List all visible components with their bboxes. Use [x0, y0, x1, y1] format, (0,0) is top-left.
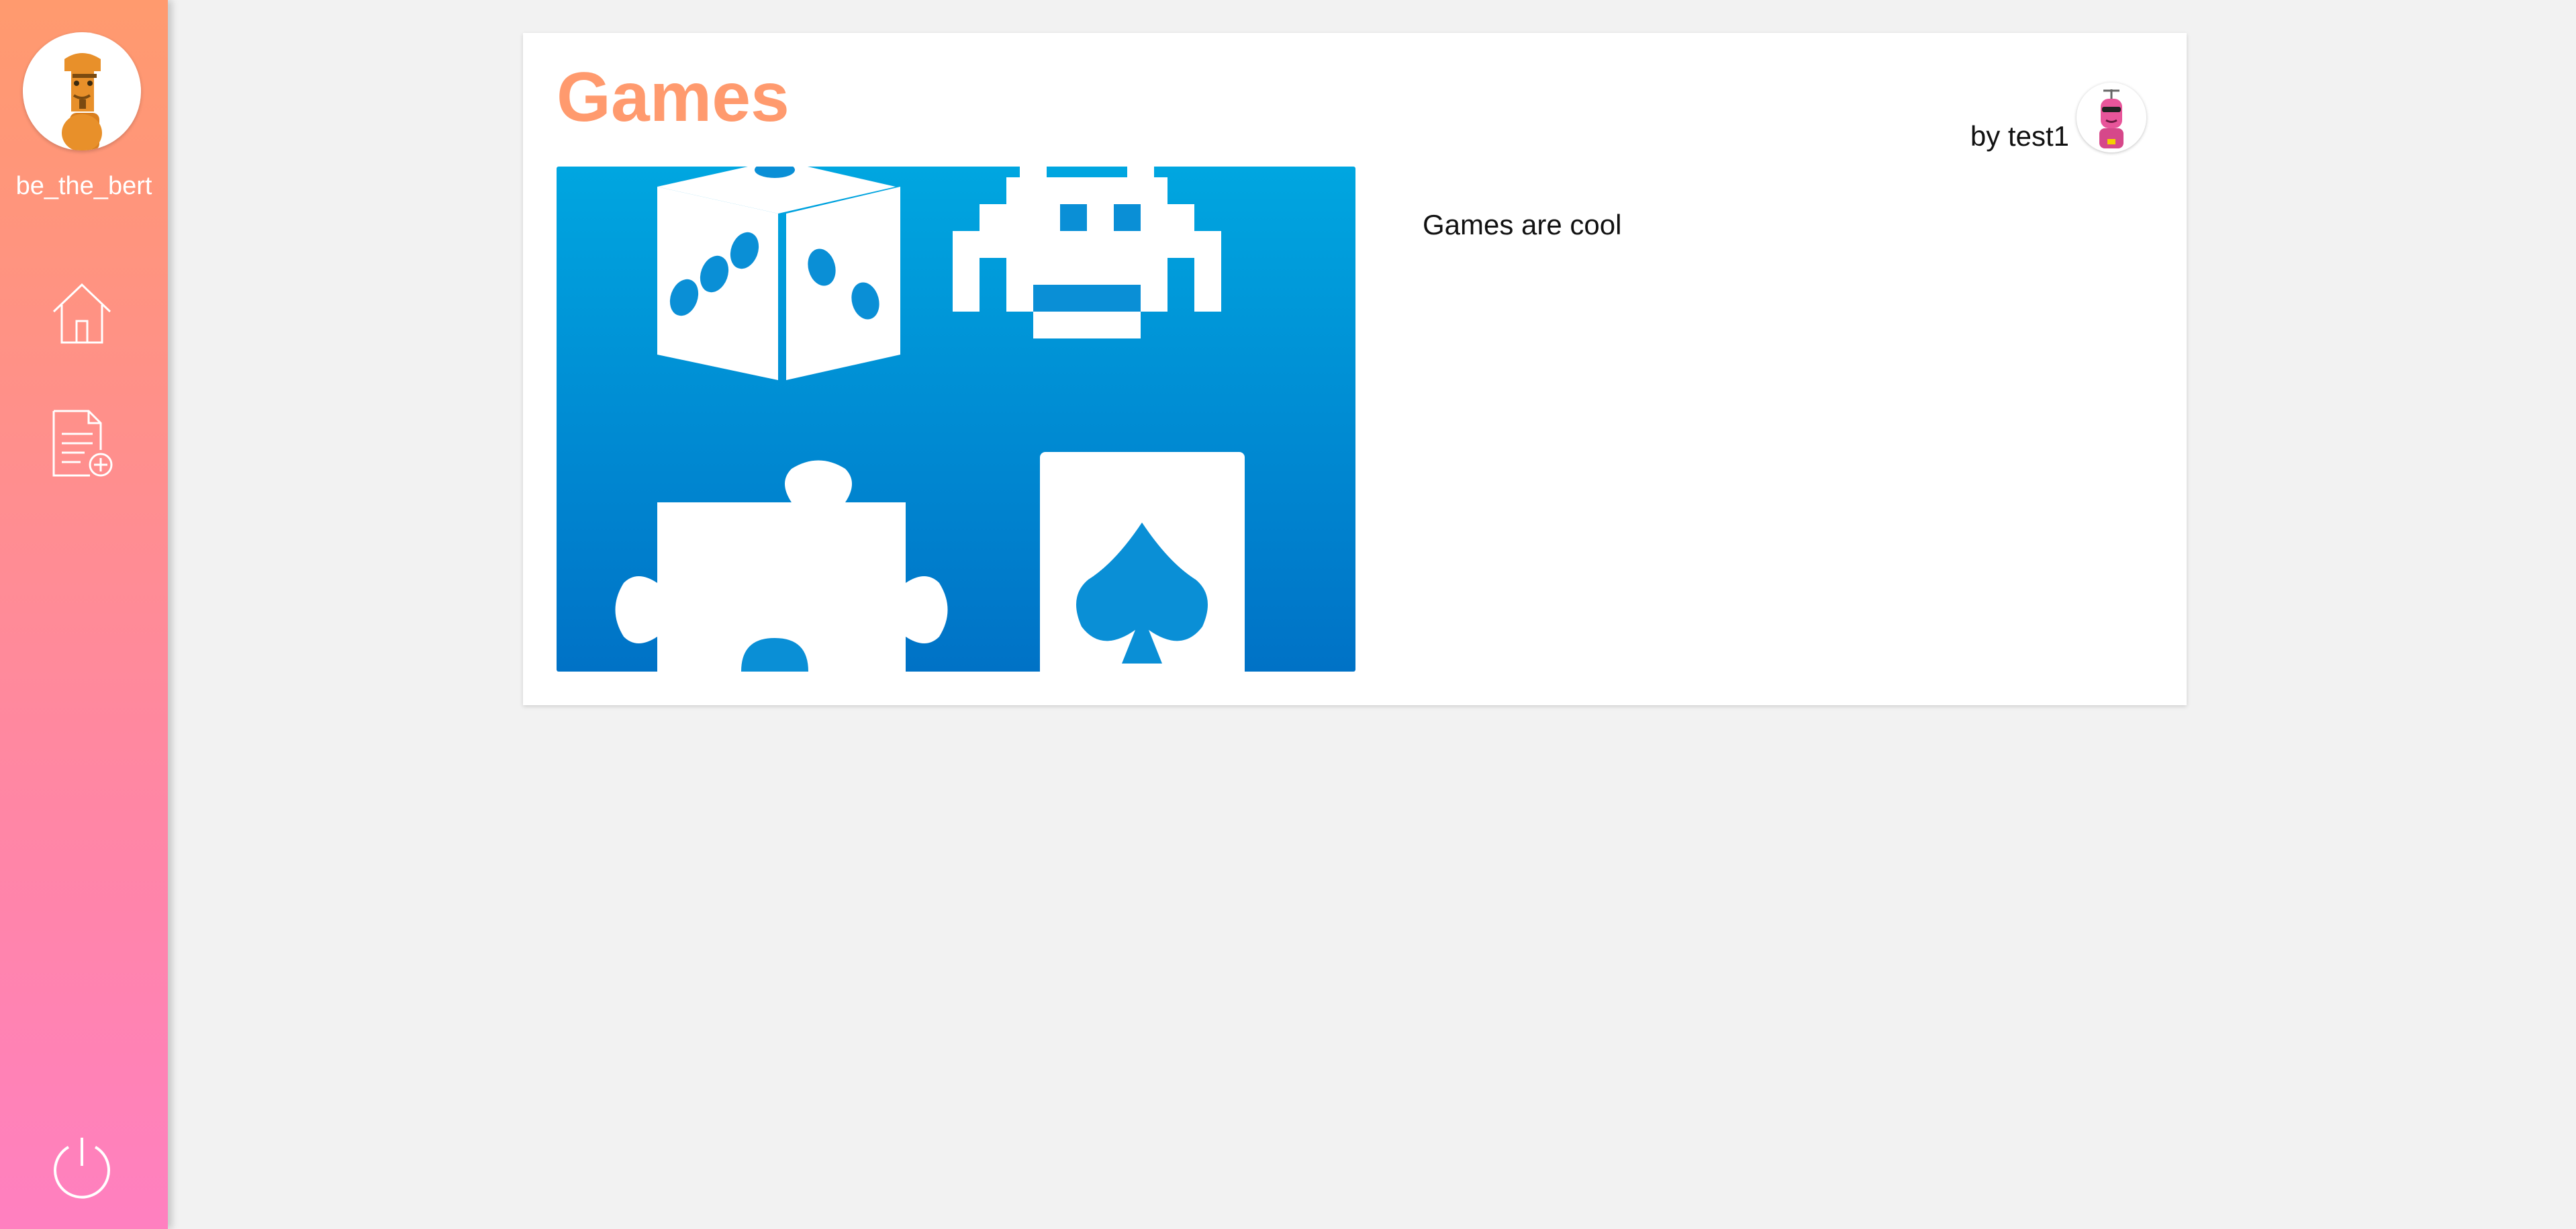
- home-icon[interactable]: [47, 277, 117, 347]
- user-avatar[interactable]: [23, 32, 141, 150]
- post-card: Games by test1 Games are cool: [523, 33, 2187, 705]
- author-label[interactable]: by test1: [1970, 120, 2069, 152]
- sidebar: be_the_bert: [0, 0, 168, 1229]
- games-image: [557, 167, 1355, 672]
- post-body: Games are cool: [1423, 209, 1622, 240]
- post-title: Games: [557, 58, 790, 136]
- username: be_the_bert: [15, 172, 152, 200]
- new-post-icon[interactable]: [47, 408, 117, 478]
- post-image: [557, 167, 1355, 672]
- robot-avatar-icon: [23, 32, 141, 150]
- author-robot-icon: [2077, 83, 2146, 152]
- spade-card-icon: [1040, 452, 1245, 672]
- power-icon[interactable]: [48, 1132, 115, 1199]
- author-avatar[interactable]: [2077, 83, 2146, 152]
